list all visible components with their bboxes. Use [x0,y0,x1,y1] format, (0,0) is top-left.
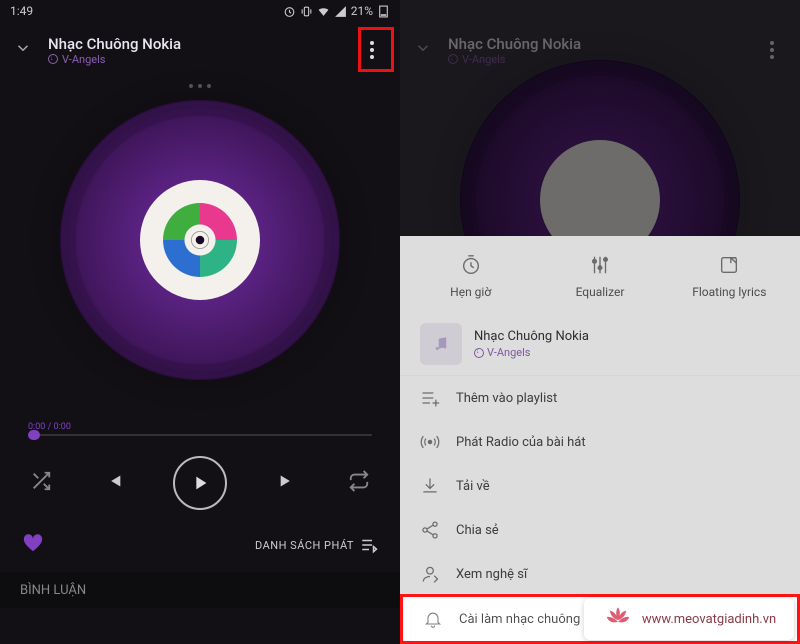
track-artist[interactable]: V-Angels [48,53,344,66]
lyrics-icon [718,254,740,276]
status-bar: 1:49 21% [0,0,400,22]
watermark: www.meovatgiadinh.vn [584,598,794,640]
progress-bar[interactable]: 0:00 / 0:00 [28,422,372,436]
bell-icon [423,609,443,629]
phone-screen-2: Nhạc Chuông Nokia V-Angels Hẹn giờ Equal… [400,0,800,644]
status-icons: 21% [283,4,390,18]
bottom-row: DANH SÁCH PHÁT [0,524,400,572]
sheet-quick-actions: Hẹn giờ Equalizer Floating lyrics [400,236,800,313]
song-thumbnail [420,323,462,365]
menu-view-artist[interactable]: Xem nghệ sĩ [400,552,800,596]
vibrate-icon [300,5,313,18]
battery-text: 21% [351,4,373,18]
album-art-area [0,100,400,380]
collapse-button[interactable] [14,39,34,61]
play-button[interactable] [173,456,227,510]
playlist-icon [360,536,378,554]
page-indicator [0,84,400,88]
wifi-icon [317,5,330,18]
watermark-text: www.meovatgiadinh.vn [642,612,776,627]
music-note-icon [432,335,450,353]
heart-icon [22,532,44,554]
download-icon [420,476,440,496]
playback-controls [0,442,400,524]
chevron-down-icon [414,39,432,57]
alarm-icon [283,5,296,18]
battery-icon [377,5,390,18]
play-icon [189,472,211,494]
next-button[interactable] [277,470,299,496]
track-title: Nhạc Chuông Nokia [448,35,744,53]
download-badge-icon [48,54,58,64]
song-title: Nhạc Chuông Nokia [474,329,589,344]
radio-icon [420,432,440,452]
add-playlist-icon [420,388,440,408]
download-badge-icon [474,348,484,358]
status-time: 1:49 [10,4,33,18]
menu-add-playlist[interactable]: Thêm vào playlist [400,376,800,420]
favorite-button[interactable] [22,532,44,558]
skip-next-icon [277,470,299,492]
menu-download[interactable]: Tải về [400,464,800,508]
vinyl-disc [60,100,340,380]
song-card[interactable]: Nhạc Chuông Nokia V-Angels [400,313,800,376]
prev-button[interactable] [102,470,124,496]
chevron-down-icon [14,39,32,57]
annotation-highlight-more [358,27,394,72]
floating-lyrics-button[interactable]: Floating lyrics [665,254,794,299]
track-title: Nhạc Chuông Nokia [48,35,344,53]
artist-icon [420,564,440,584]
menu-play-radio[interactable]: Phát Radio của bài hát [400,420,800,464]
repeat-button[interactable] [348,470,370,496]
lotus-icon [602,601,634,637]
equalizer-button[interactable]: Equalizer [535,254,664,299]
signal-icon [334,5,347,18]
shuffle-button[interactable] [30,470,52,496]
timer-button[interactable]: Hẹn giờ [406,254,535,299]
share-icon [420,520,440,540]
progress-thumb[interactable] [28,430,40,440]
timer-icon [460,254,482,276]
shuffle-icon [30,470,52,492]
comments-tab[interactable]: BÌNH LUẬN [0,572,400,608]
phone-screen-1: 1:49 21% Nhạc Chuông Nokia V-Angels [0,0,400,644]
more-vertical-icon [770,41,774,59]
options-bottom-sheet: Hẹn giờ Equalizer Floating lyrics Nhạc C… [400,236,800,644]
song-artist: V-Angels [474,346,589,359]
disc-label [140,180,260,300]
skip-previous-icon [102,470,124,492]
menu-share[interactable]: Chia sẻ [400,508,800,552]
collapse-button[interactable] [414,39,434,61]
title-block: Nhạc Chuông Nokia V-Angels [48,35,344,66]
cd-icon [157,197,243,283]
equalizer-icon [589,254,611,276]
status-bar [400,0,800,22]
player-header: Nhạc Chuông Nokia V-Angels [0,22,400,78]
time-text: 0:00 / 0:00 [28,422,372,432]
repeat-icon [348,470,370,492]
queue-button[interactable]: DANH SÁCH PHÁT [255,536,378,554]
